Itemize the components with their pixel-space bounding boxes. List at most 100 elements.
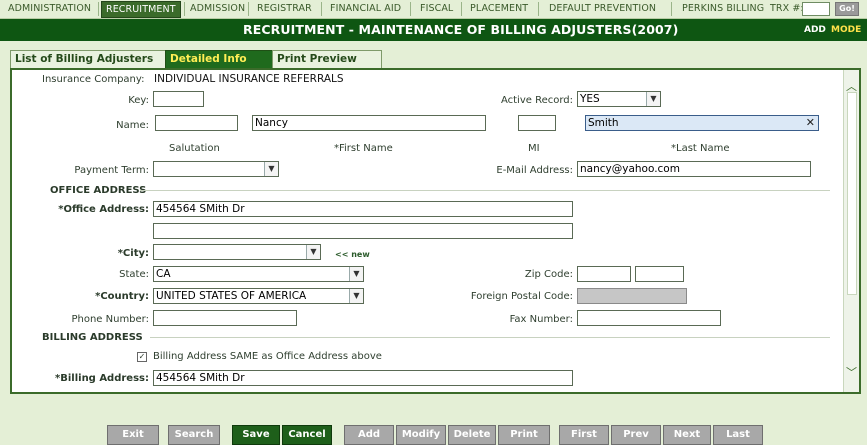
panel-scrollbar[interactable]: ︿ ﹀ [843,70,859,392]
scroll-down-icon[interactable]: ﹀ [846,364,857,380]
trx-input[interactable] [802,2,830,16]
cancel-button[interactable]: Cancel [282,425,332,445]
insurance-company-label: Insurance Company: [42,74,145,85]
clear-icon[interactable]: ✕ [806,116,815,130]
nav-financial-aid[interactable]: FINANCIAL AID [330,3,401,14]
trx-label: TRX #: [770,3,804,14]
first-name-input[interactable]: Nancy [252,115,486,131]
nav-placement[interactable]: PLACEMENT [470,3,528,14]
city-label: *City: [117,248,149,259]
phone-input[interactable] [153,310,297,326]
email-label: E-Mail Address: [496,165,573,176]
new-city-link[interactable]: << new [335,250,370,259]
search-button[interactable]: Search [168,425,220,445]
last-name-value: Smith [588,117,619,129]
billing-same-checkbox[interactable]: ✓ [137,352,147,362]
salutation-input[interactable] [155,115,238,131]
modify-button[interactable]: Modify [396,425,446,445]
add-button[interactable]: Add [344,425,394,445]
billing-same-label: Billing Address SAME as Office Address a… [153,351,382,362]
delete-button[interactable]: Delete [448,425,496,445]
fax-label: Fax Number: [509,314,573,325]
zip-label: Zip Code: [524,269,573,280]
nav-divider [184,2,185,16]
name-label: Name: [116,120,149,131]
nav-divider [248,2,249,16]
billing-address-label: *Billing Address: [55,373,149,384]
add-mode-label: ADD [804,25,826,35]
bottom-toolbar: Exit Search Save Cancel Add Modify Delet… [0,423,867,445]
active-record-select[interactable]: YES ▼ [577,91,661,107]
nav-divider [538,2,539,16]
country-select[interactable]: UNITED STATES OF AMERICA ▼ [153,288,364,304]
email-input[interactable]: nancy@yahoo.com [577,161,811,177]
print-button[interactable]: Print [498,425,550,445]
country-label: *Country: [95,291,149,302]
next-button[interactable]: Next [663,425,711,445]
nav-divider [671,2,672,16]
chevron-down-icon: ▼ [349,289,363,303]
foreign-postal-label: Foreign Postal Code: [470,291,573,302]
fax-input[interactable] [577,310,721,326]
tab-detailed-info[interactable]: Detailed Info [165,50,273,69]
nav-perkins-billing[interactable]: PERKINS BILLING [682,3,764,14]
page-title: RECRUITMENT - MAINTENANCE OF BILLING ADJ… [243,22,679,37]
office-address-label: *Office Address: [58,204,149,215]
office-address-line2-input[interactable] [153,223,573,239]
exit-button[interactable]: Exit [107,425,159,445]
mode-label: MODE [831,25,862,35]
section-divider [140,190,830,191]
state-value: CA [156,268,171,280]
office-address-line1-input[interactable]: 454564 SMith Dr [153,201,573,217]
payment-term-label: Payment Term: [74,165,149,176]
chevron-down-icon: ▼ [349,267,363,281]
last-name-caption: *Last Name [671,143,730,154]
office-address-section: OFFICE ADDRESS [50,185,147,196]
tab-print-preview[interactable]: Print Preview [272,50,382,69]
nav-divider [321,2,322,16]
scroll-thumb[interactable] [847,92,857,295]
top-nav: ADMINISTRATION RECRUITMENT ADMISSION REG… [0,0,867,19]
nav-administration[interactable]: ADMINISTRATION [8,3,91,14]
nav-registrar[interactable]: REGISTRAR [257,3,312,14]
billing-address-section: BILLING ADDRESS [42,332,143,343]
nav-default-prevention[interactable]: DEFAULT PREVENTION [549,3,656,14]
active-record-label: Active Record: [500,95,573,106]
last-name-input[interactable]: Smith ✕ [585,115,819,131]
nav-divider [98,2,99,16]
last-button[interactable]: Last [713,425,763,445]
section-divider [150,337,830,338]
title-bar: RECRUITMENT - MAINTENANCE OF BILLING ADJ… [0,19,867,41]
insurance-company-value: INDIVIDUAL INSURANCE REFERRALS [154,73,344,85]
go-button[interactable]: Go! [835,2,859,16]
nav-divider [461,2,462,16]
chevron-down-icon: ▼ [264,162,278,176]
salutation-caption: Salutation [169,143,220,154]
state-select[interactable]: CA ▼ [153,266,364,282]
foreign-postal-input [577,288,687,304]
city-select[interactable]: ▼ [153,244,321,260]
chevron-down-icon: ▼ [646,92,660,106]
first-name-caption: *First Name [334,143,393,154]
nav-fiscal[interactable]: FISCAL [420,3,453,14]
first-button[interactable]: First [559,425,609,445]
payment-term-select[interactable]: ▼ [153,161,279,177]
zip-input[interactable] [577,266,631,282]
nav-recruitment[interactable]: RECRUITMENT [101,1,181,18]
chevron-down-icon: ▼ [306,245,320,259]
billing-address-line1-input[interactable]: 454564 SMith Dr [153,370,573,386]
prev-button[interactable]: Prev [611,425,661,445]
tab-list-of-billing-adjusters[interactable]: List of Billing Adjusters [10,50,166,69]
country-value: UNITED STATES OF AMERICA [156,290,307,302]
active-record-value: YES [580,93,600,105]
state-label: State: [119,269,149,280]
save-button[interactable]: Save [232,425,280,445]
detail-panel: Insurance Company: INDIVIDUAL INSURANCE … [10,68,861,394]
key-input[interactable] [153,91,204,107]
nav-admission[interactable]: ADMISSION [190,3,245,14]
phone-label: Phone Number: [71,314,149,325]
mi-input[interactable] [518,115,556,131]
mi-caption: MI [528,143,540,154]
zip-ext-input[interactable] [635,266,684,282]
key-label: Key: [128,95,149,106]
